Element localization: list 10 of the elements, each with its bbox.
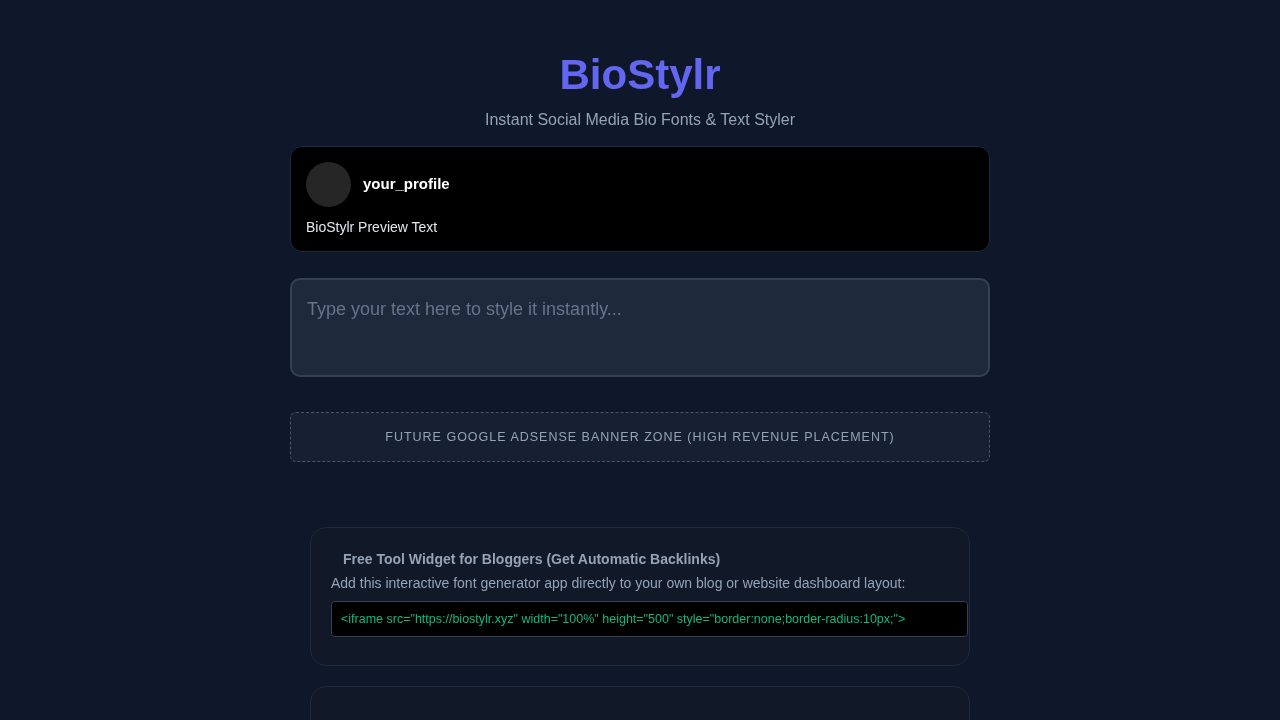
- site-title: BioStylr: [559, 50, 721, 100]
- embed-code-field[interactable]: <iframe src="https://biostylr.xyz" width="100%" height="500" style="border:none;border-radius:10px;">: [331, 601, 968, 637]
- text-input-field[interactable]: Type your text here to style it instantly...: [290, 278, 990, 377]
- widget-title: Free Tool Widget for Bloggers (Get Automatic Backlinks): [343, 550, 721, 568]
- site-subtitle: Instant Social Media Bio Fonts & Text Styler: [484, 110, 796, 130]
- widget-description: Add this interactive font generator app directly to your own blog or website dashboard layout:: [331, 574, 906, 592]
- avatar-icon: [306, 162, 351, 207]
- profile-username: your_profile: [363, 174, 450, 195]
- bio-preview-text: BioStylr Preview Text: [306, 218, 438, 236]
- ad-banner: FUTURE GOOGLE ADSENSE BANNER ZONE (HIGH REVENUE PLACEMENT): [290, 412, 990, 462]
